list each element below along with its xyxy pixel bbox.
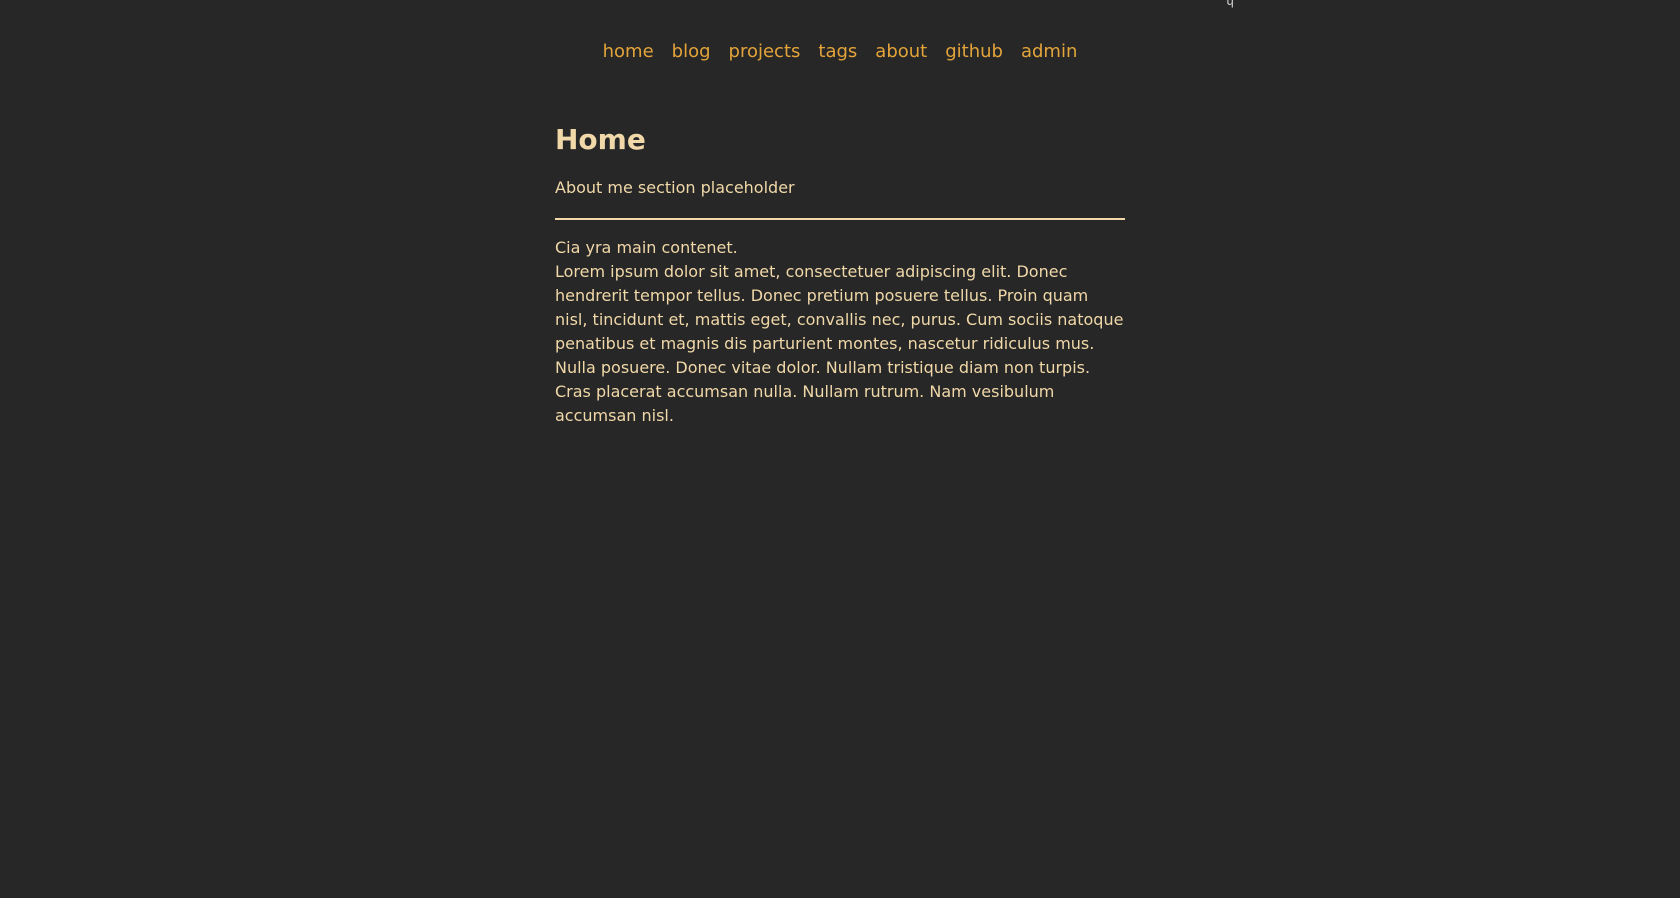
nav-link-admin[interactable]: admin (1021, 38, 1077, 66)
top-navigation: home blog projects tags about github adm… (0, 38, 1680, 66)
nav-link-blog[interactable]: blog (672, 38, 711, 66)
section-divider (555, 218, 1125, 220)
nav-link-tags[interactable]: tags (818, 38, 857, 66)
about-section: About me section placeholder (555, 178, 795, 197)
nav-link-projects[interactable]: projects (729, 38, 801, 66)
nav-link-github[interactable]: github (945, 38, 1003, 66)
nav-links: home blog projects tags about github adm… (603, 38, 1078, 66)
content-body: Cia yra main contenet. Lorem ipsum dolor… (555, 236, 1125, 428)
page-title: Home (555, 123, 646, 156)
nav-link-about[interactable]: about (875, 38, 927, 66)
lorem-paragraph: Lorem ipsum dolor sit amet, consectetuer… (555, 262, 1124, 425)
main-content: Home About me section placeholder Cia yr… (555, 120, 1125, 428)
corner-icon: ʮ (1226, 0, 1234, 8)
nav-link-home[interactable]: home (603, 38, 654, 66)
intro-text: Cia yra main contenet. (555, 238, 738, 257)
